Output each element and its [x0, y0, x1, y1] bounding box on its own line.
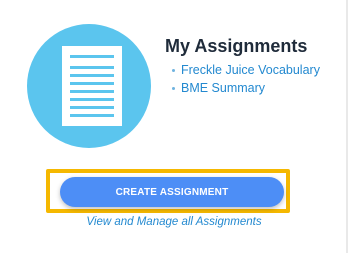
manage-assignments-link[interactable]: View and Manage all Assignments [0, 216, 348, 228]
assignments-card: My Assignments Freckle Juice Vocabulary … [0, 0, 348, 253]
bullet-icon [172, 86, 175, 90]
assignment-label: BME Summary [181, 81, 266, 95]
bullet-icon [172, 68, 175, 72]
document-icon [62, 46, 122, 126]
assignment-list: Freckle Juice Vocabulary BME Summary [172, 61, 320, 97]
assignment-label: Freckle Juice Vocabulary [181, 63, 320, 77]
assignment-link[interactable]: Freckle Juice Vocabulary [172, 61, 320, 79]
create-assignment-button[interactable]: CREATE ASSIGNMENT [60, 177, 284, 207]
page-title: My Assignments [165, 36, 308, 56]
assignment-link[interactable]: BME Summary [172, 79, 320, 97]
